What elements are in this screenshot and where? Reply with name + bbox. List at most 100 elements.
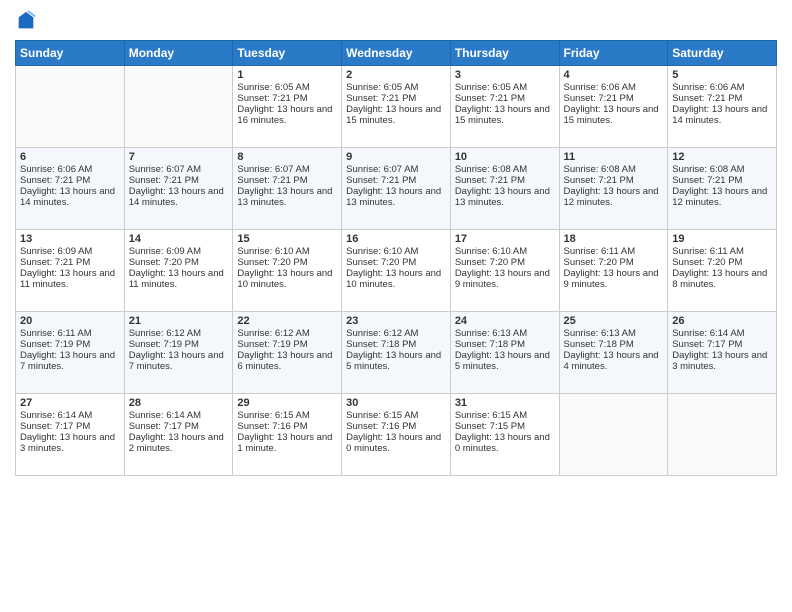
calendar-cell: 3Sunrise: 6:05 AMSunset: 7:21 PMDaylight…: [450, 66, 559, 148]
sunrise-text: Sunrise: 6:11 AM: [564, 246, 664, 257]
calendar-cell: 11Sunrise: 6:08 AMSunset: 7:21 PMDayligh…: [559, 148, 668, 230]
sunset-text: Sunset: 7:16 PM: [346, 421, 446, 432]
sunset-text: Sunset: 7:16 PM: [237, 421, 337, 432]
calendar-cell: [559, 394, 668, 476]
day-number: 29: [237, 397, 337, 409]
daylight-text: Daylight: 13 hours and 16 minutes.: [237, 104, 337, 126]
daylight-text: Daylight: 13 hours and 3 minutes.: [672, 350, 772, 372]
daylight-text: Daylight: 13 hours and 2 minutes.: [129, 432, 229, 454]
calendar-cell: 21Sunrise: 6:12 AMSunset: 7:19 PMDayligh…: [124, 312, 233, 394]
weekday-header-saturday: Saturday: [668, 41, 777, 66]
calendar-cell: 24Sunrise: 6:13 AMSunset: 7:18 PMDayligh…: [450, 312, 559, 394]
day-number: 14: [129, 233, 229, 245]
daylight-text: Daylight: 13 hours and 4 minutes.: [564, 350, 664, 372]
day-number: 8: [237, 151, 337, 163]
calendar-cell: 27Sunrise: 6:14 AMSunset: 7:17 PMDayligh…: [16, 394, 125, 476]
sunset-text: Sunset: 7:21 PM: [564, 175, 664, 186]
page: SundayMondayTuesdayWednesdayThursdayFrid…: [0, 0, 792, 612]
weekday-header-friday: Friday: [559, 41, 668, 66]
sunrise-text: Sunrise: 6:08 AM: [455, 164, 555, 175]
calendar-cell: [668, 394, 777, 476]
sunrise-text: Sunrise: 6:10 AM: [455, 246, 555, 257]
sunrise-text: Sunrise: 6:13 AM: [455, 328, 555, 339]
sunrise-text: Sunrise: 6:08 AM: [564, 164, 664, 175]
sunset-text: Sunset: 7:21 PM: [672, 175, 772, 186]
sunrise-text: Sunrise: 6:14 AM: [20, 410, 120, 421]
sunset-text: Sunset: 7:20 PM: [237, 257, 337, 268]
calendar-cell: 30Sunrise: 6:15 AMSunset: 7:16 PMDayligh…: [342, 394, 451, 476]
calendar-cell: 14Sunrise: 6:09 AMSunset: 7:20 PMDayligh…: [124, 230, 233, 312]
weekday-header-tuesday: Tuesday: [233, 41, 342, 66]
sunset-text: Sunset: 7:20 PM: [346, 257, 446, 268]
sunset-text: Sunset: 7:21 PM: [20, 257, 120, 268]
sunrise-text: Sunrise: 6:12 AM: [346, 328, 446, 339]
day-number: 9: [346, 151, 446, 163]
calendar-cell: 25Sunrise: 6:13 AMSunset: 7:18 PMDayligh…: [559, 312, 668, 394]
daylight-text: Daylight: 13 hours and 15 minutes.: [346, 104, 446, 126]
sunset-text: Sunset: 7:18 PM: [346, 339, 446, 350]
daylight-text: Daylight: 13 hours and 7 minutes.: [20, 350, 120, 372]
sunset-text: Sunset: 7:21 PM: [455, 175, 555, 186]
calendar-table: SundayMondayTuesdayWednesdayThursdayFrid…: [15, 40, 777, 476]
daylight-text: Daylight: 13 hours and 14 minutes.: [672, 104, 772, 126]
weekday-header-thursday: Thursday: [450, 41, 559, 66]
sunset-text: Sunset: 7:20 PM: [129, 257, 229, 268]
sunrise-text: Sunrise: 6:09 AM: [129, 246, 229, 257]
daylight-text: Daylight: 13 hours and 12 minutes.: [672, 186, 772, 208]
sunrise-text: Sunrise: 6:15 AM: [455, 410, 555, 421]
daylight-text: Daylight: 13 hours and 11 minutes.: [129, 268, 229, 290]
calendar-week-row: 6Sunrise: 6:06 AMSunset: 7:21 PMDaylight…: [16, 148, 777, 230]
daylight-text: Daylight: 13 hours and 11 minutes.: [20, 268, 120, 290]
daylight-text: Daylight: 13 hours and 5 minutes.: [455, 350, 555, 372]
calendar-cell: 9Sunrise: 6:07 AMSunset: 7:21 PMDaylight…: [342, 148, 451, 230]
daylight-text: Daylight: 13 hours and 3 minutes.: [20, 432, 120, 454]
calendar-cell: 20Sunrise: 6:11 AMSunset: 7:19 PMDayligh…: [16, 312, 125, 394]
daylight-text: Daylight: 13 hours and 8 minutes.: [672, 268, 772, 290]
daylight-text: Daylight: 13 hours and 9 minutes.: [455, 268, 555, 290]
sunset-text: Sunset: 7:19 PM: [20, 339, 120, 350]
sunrise-text: Sunrise: 6:05 AM: [346, 82, 446, 93]
calendar-cell: 2Sunrise: 6:05 AMSunset: 7:21 PMDaylight…: [342, 66, 451, 148]
daylight-text: Daylight: 13 hours and 13 minutes.: [237, 186, 337, 208]
daylight-text: Daylight: 13 hours and 15 minutes.: [455, 104, 555, 126]
sunset-text: Sunset: 7:17 PM: [672, 339, 772, 350]
calendar-cell: 17Sunrise: 6:10 AMSunset: 7:20 PMDayligh…: [450, 230, 559, 312]
sunset-text: Sunset: 7:21 PM: [672, 93, 772, 104]
calendar-cell: 28Sunrise: 6:14 AMSunset: 7:17 PMDayligh…: [124, 394, 233, 476]
calendar-cell: 22Sunrise: 6:12 AMSunset: 7:19 PMDayligh…: [233, 312, 342, 394]
calendar-header-row: SundayMondayTuesdayWednesdayThursdayFrid…: [16, 41, 777, 66]
calendar-cell: 1Sunrise: 6:05 AMSunset: 7:21 PMDaylight…: [233, 66, 342, 148]
daylight-text: Daylight: 13 hours and 13 minutes.: [346, 186, 446, 208]
sunrise-text: Sunrise: 6:06 AM: [672, 82, 772, 93]
sunset-text: Sunset: 7:21 PM: [237, 93, 337, 104]
calendar-cell: 19Sunrise: 6:11 AMSunset: 7:20 PMDayligh…: [668, 230, 777, 312]
calendar-cell: 23Sunrise: 6:12 AMSunset: 7:18 PMDayligh…: [342, 312, 451, 394]
sunset-text: Sunset: 7:19 PM: [237, 339, 337, 350]
calendar-cell: 29Sunrise: 6:15 AMSunset: 7:16 PMDayligh…: [233, 394, 342, 476]
sunset-text: Sunset: 7:21 PM: [455, 93, 555, 104]
weekday-header-wednesday: Wednesday: [342, 41, 451, 66]
calendar-cell: 12Sunrise: 6:08 AMSunset: 7:21 PMDayligh…: [668, 148, 777, 230]
sunset-text: Sunset: 7:21 PM: [564, 93, 664, 104]
sunrise-text: Sunrise: 6:07 AM: [237, 164, 337, 175]
calendar-week-row: 20Sunrise: 6:11 AMSunset: 7:19 PMDayligh…: [16, 312, 777, 394]
logo-icon: [15, 10, 37, 32]
sunset-text: Sunset: 7:20 PM: [564, 257, 664, 268]
sunset-text: Sunset: 7:15 PM: [455, 421, 555, 432]
sunrise-text: Sunrise: 6:12 AM: [129, 328, 229, 339]
day-number: 23: [346, 315, 446, 327]
sunrise-text: Sunrise: 6:07 AM: [346, 164, 446, 175]
day-number: 20: [20, 315, 120, 327]
day-number: 7: [129, 151, 229, 163]
daylight-text: Daylight: 13 hours and 14 minutes.: [20, 186, 120, 208]
sunrise-text: Sunrise: 6:14 AM: [672, 328, 772, 339]
header: [15, 10, 777, 32]
sunset-text: Sunset: 7:21 PM: [20, 175, 120, 186]
day-number: 28: [129, 397, 229, 409]
sunrise-text: Sunrise: 6:11 AM: [672, 246, 772, 257]
day-number: 17: [455, 233, 555, 245]
day-number: 26: [672, 315, 772, 327]
day-number: 1: [237, 69, 337, 81]
calendar-cell: 26Sunrise: 6:14 AMSunset: 7:17 PMDayligh…: [668, 312, 777, 394]
sunset-text: Sunset: 7:21 PM: [346, 93, 446, 104]
